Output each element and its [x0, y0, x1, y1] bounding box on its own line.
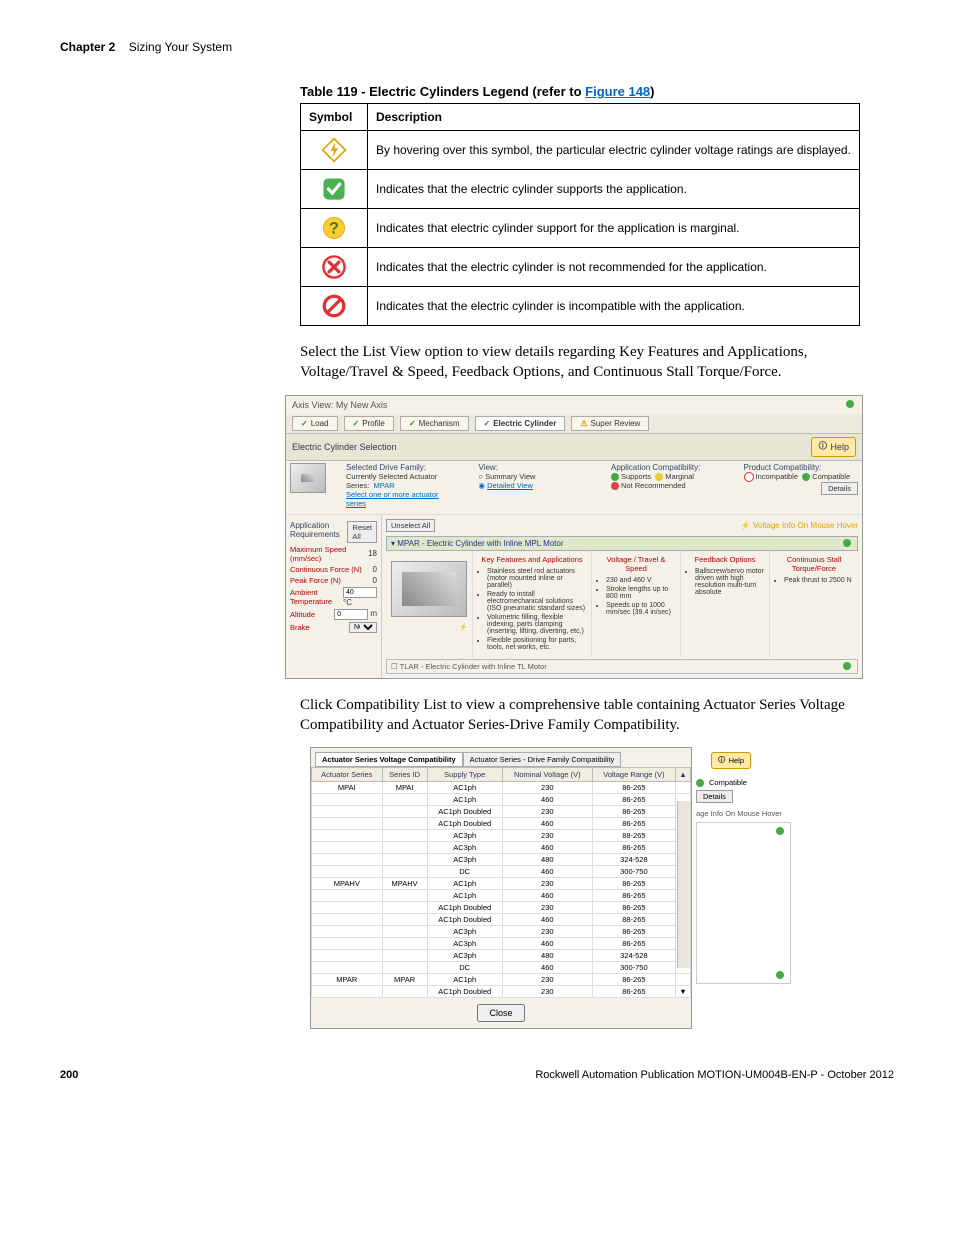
cross-icon: [301, 248, 368, 287]
table-row: AC3ph46086-265: [312, 938, 691, 950]
close-button[interactable]: Close: [477, 1004, 524, 1022]
table-row: AC1ph46086-265: [312, 794, 691, 806]
series-row-tlar[interactable]: ☐ TLAR - Electric Cylinder with Inline T…: [386, 659, 858, 674]
chapter-label: Chapter 2: [60, 40, 115, 54]
axis-view-label: Axis View: My New Axis: [292, 400, 387, 410]
table-row: AC1ph Doubled23086-265: [312, 902, 691, 914]
table-row: AC3ph23088-265: [312, 830, 691, 842]
col-description: Description: [368, 104, 860, 131]
brake-select[interactable]: NO: [349, 622, 377, 633]
question-icon: ?: [301, 209, 368, 248]
publication-info: Rockwell Automation Publication MOTION-U…: [535, 1069, 894, 1081]
figure-link[interactable]: Figure 148: [585, 84, 650, 99]
compat-table: Actuator SeriesSeries IDSupply TypeNomin…: [311, 767, 691, 998]
desc-cell: Indicates that the electric cylinder is …: [368, 248, 860, 287]
unselect-button[interactable]: Unselect All: [386, 519, 435, 532]
detailed-view-radio[interactable]: ◉ Detailed View: [479, 481, 594, 490]
table-row: AC1ph Doubled46088-265: [312, 914, 691, 926]
details-button[interactable]: Details: [821, 482, 858, 495]
table-row: DC460300-750: [312, 866, 691, 878]
status-icon: [846, 400, 854, 408]
select-actuator-link[interactable]: Select one or more actuator series: [346, 490, 439, 508]
table-row: AC1ph Doubled23086-265▼: [312, 986, 691, 998]
help-button[interactable]: 🛈 Help: [711, 752, 751, 769]
table-row: AC3ph23086-265: [312, 926, 691, 938]
help-button[interactable]: 🛈 Help: [811, 437, 856, 457]
ambient-input[interactable]: [343, 587, 377, 598]
table-row: MPAIMPAIAC1ph23086-265: [312, 782, 691, 794]
tab-super-review[interactable]: ⚠Super Review: [571, 416, 649, 431]
paragraph: Select the List View option to view deta…: [300, 342, 860, 383]
desc-cell: By hovering over this symbol, the partic…: [368, 131, 860, 170]
tab-electric-cylinder[interactable]: ✓Electric Cylinder: [475, 416, 566, 431]
legend-table: Symbol Description By hovering over this…: [300, 103, 860, 326]
tab-mechanism[interactable]: ✓Mechanism: [400, 416, 469, 431]
app-screenshot-list-view: Axis View: My New Axis ✓Load ✓Profile ✓M…: [285, 395, 863, 679]
bolt-icon: [301, 131, 368, 170]
table-row: Indicates that the electric cylinder is …: [301, 248, 860, 287]
table-row: AC1ph Doubled46086-265: [312, 818, 691, 830]
desc-cell: Indicates that the electric cylinder sup…: [368, 170, 860, 209]
tab-profile[interactable]: ✓Profile: [344, 416, 394, 431]
no-entry-icon: [301, 287, 368, 326]
table-row: AC1ph Doubled23086-265: [312, 806, 691, 818]
table-row: Indicates that the electric cylinder sup…: [301, 170, 860, 209]
table-title: Table 119 - Electric Cylinders Legend (r…: [300, 84, 894, 99]
table-row: ? Indicates that electric cylinder suppo…: [301, 209, 860, 248]
altitude-input[interactable]: [334, 609, 368, 620]
page-footer: 200 Rockwell Automation Publication MOTI…: [60, 1069, 894, 1081]
desc-cell: Indicates that the electric cylinder is …: [368, 287, 860, 326]
series-row-mpar[interactable]: ▾ MPAR - Electric Cylinder with Inline M…: [386, 536, 858, 551]
table-row: AC3ph480324-528: [312, 854, 691, 866]
table-row: DC460300-750: [312, 962, 691, 974]
product-thumb-icon: [290, 463, 326, 493]
table-row: By hovering over this symbol, the partic…: [301, 131, 860, 170]
summary-view-radio[interactable]: ○ Summary View: [479, 472, 594, 481]
svg-text:?: ?: [329, 220, 339, 238]
tab-bar: ✓Load ✓Profile ✓Mechanism ✓Electric Cyli…: [286, 414, 862, 434]
reset-button[interactable]: Reset All: [347, 521, 377, 543]
details-button[interactable]: Details: [696, 790, 733, 803]
section-title: Electric Cylinder Selection: [292, 442, 397, 452]
app-screenshot-compat-list: 🛈 Help Compatible Details age Info On Mo…: [310, 747, 692, 1029]
chapter-title: Sizing Your System: [129, 40, 232, 54]
page-number: 200: [60, 1069, 78, 1081]
tab-load[interactable]: ✓Load: [292, 416, 338, 431]
desc-cell: Indicates that electric cylinder support…: [368, 209, 860, 248]
product-image: [391, 561, 467, 617]
page-header: Chapter 2 Sizing Your System: [60, 40, 894, 54]
col-symbol: Symbol: [301, 104, 368, 131]
tab-drive-family-compat[interactable]: Actuator Series - Drive Family Compatibi…: [463, 752, 622, 767]
scrollbar[interactable]: [677, 801, 690, 968]
check-icon: [301, 170, 368, 209]
table-row: AC3ph46086-265: [312, 842, 691, 854]
table-row: Indicates that the electric cylinder is …: [301, 287, 860, 326]
paragraph: Click Compatibility List to view a compr…: [300, 695, 860, 736]
table-row: AC3ph480324-528: [312, 950, 691, 962]
tab-voltage-compat[interactable]: Actuator Series Voltage Compatibility: [315, 752, 463, 767]
table-row: AC1ph46086-265: [312, 890, 691, 902]
table-row: MPAHVMPAHVAC1ph23086-265: [312, 878, 691, 890]
table-row: MPARMPARAC1ph23086-265: [312, 974, 691, 986]
